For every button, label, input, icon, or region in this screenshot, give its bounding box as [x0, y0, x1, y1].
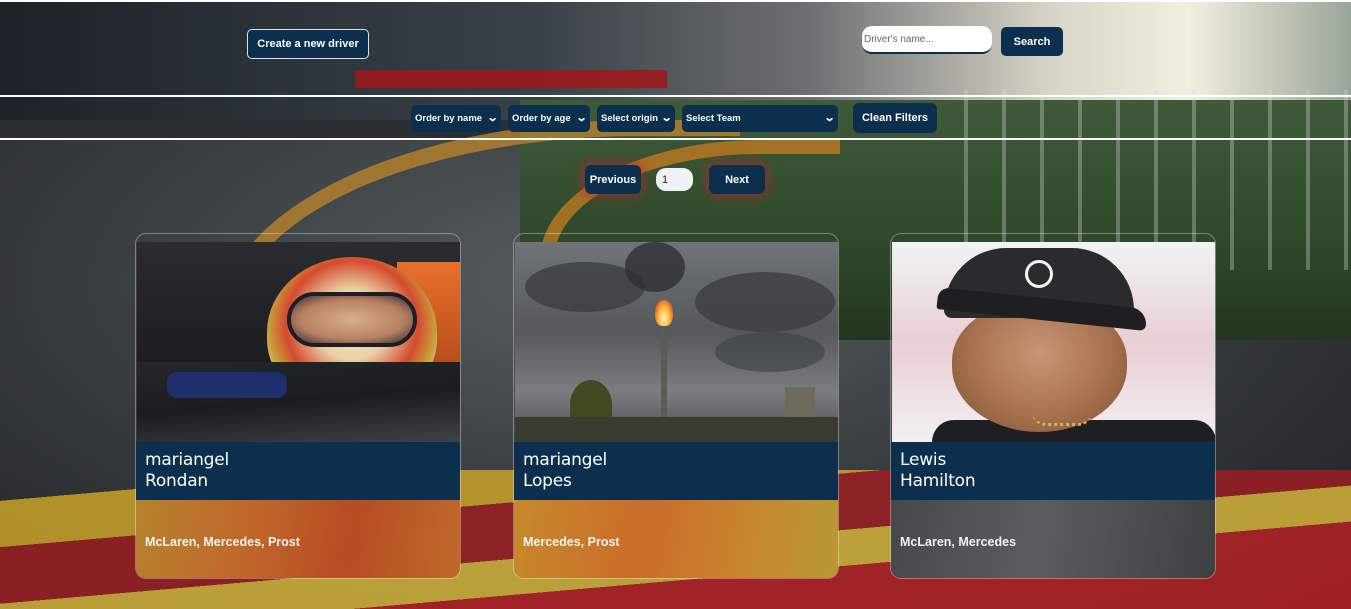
- driver-last-name: Lopes: [523, 471, 572, 491]
- driver-card[interactable]: mariangel Rondan McLaren, Mercedes, Pros…: [135, 233, 461, 579]
- driver-photo: [515, 242, 838, 442]
- create-driver-button[interactable]: Create a new driver: [247, 29, 369, 59]
- current-page-indicator: 1: [656, 168, 693, 191]
- select-team-select[interactable]: Select Team ⌄: [682, 105, 838, 132]
- driver-name: Lewis Hamilton: [900, 450, 976, 492]
- driver-photo: [892, 242, 1215, 442]
- order-by-age-select[interactable]: Order by age ⌄: [508, 105, 590, 132]
- next-page-button[interactable]: Next: [709, 165, 765, 194]
- clean-filters-button[interactable]: Clean Filters: [853, 103, 937, 133]
- driver-first-name: mariangel: [523, 450, 608, 470]
- order-by-name-select[interactable]: Order by name ⌄: [411, 105, 501, 132]
- select-origin-label: Select origin: [601, 113, 659, 124]
- driver-search-input[interactable]: [862, 26, 992, 54]
- previous-page-button[interactable]: Previous: [585, 165, 641, 194]
- chevron-down-icon: ⌄: [823, 112, 836, 124]
- order-by-age-label: Order by age: [512, 113, 571, 124]
- search-button[interactable]: Search: [1001, 27, 1063, 56]
- driver-teams: Mercedes, Prost: [523, 535, 620, 549]
- select-team-label: Select Team: [686, 113, 741, 124]
- driver-name: mariangel Lopes: [523, 450, 607, 492]
- order-by-name-label: Order by name: [415, 113, 483, 124]
- driver-first-name: mariangel: [145, 450, 230, 470]
- driver-teams: McLaren, Mercedes: [900, 535, 1017, 549]
- driver-last-name: Hamilton: [900, 471, 976, 491]
- chevron-down-icon: ⌄: [660, 112, 673, 124]
- driver-last-name: Rondan: [145, 471, 209, 491]
- top-navbar: [0, 0, 1351, 97]
- select-origin-select[interactable]: Select origin ⌄: [597, 105, 675, 132]
- driver-teams: McLaren, Mercedes, Prost: [145, 535, 300, 549]
- driver-card[interactable]: Lewis Hamilton McLaren, Mercedes: [890, 233, 1216, 579]
- driver-name: mariangel Rondan: [145, 450, 229, 492]
- filter-bar: [0, 98, 1351, 140]
- chevron-down-icon: ⌄: [575, 112, 588, 124]
- driver-first-name: Lewis: [900, 450, 947, 470]
- driver-photo: [137, 242, 460, 442]
- driver-card[interactable]: mariangel Lopes Mercedes, Prost: [513, 233, 839, 579]
- chevron-down-icon: ⌄: [486, 112, 499, 124]
